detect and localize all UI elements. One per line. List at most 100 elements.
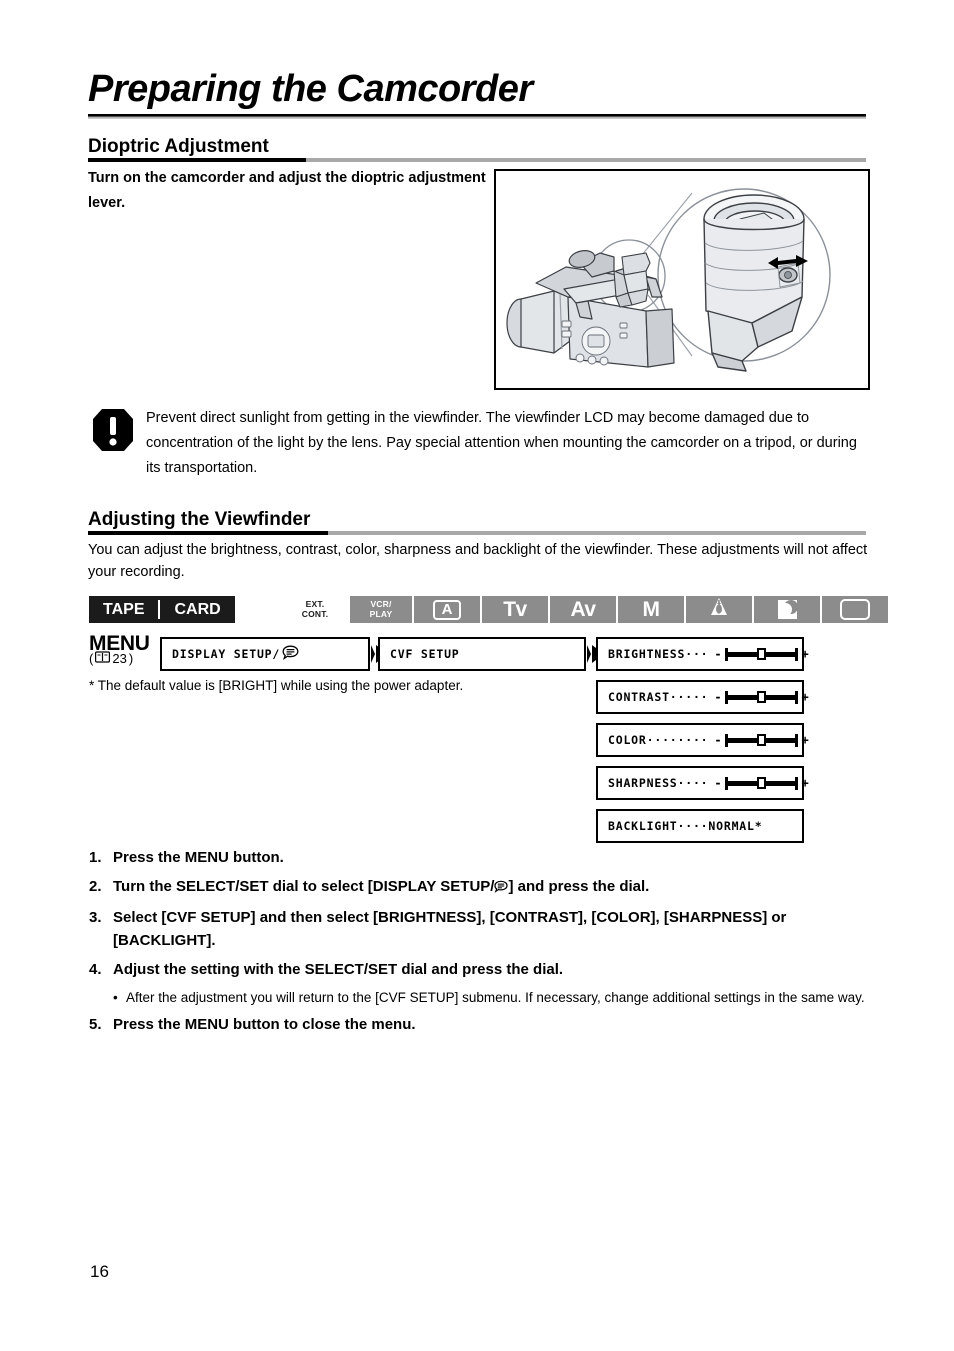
title-divider [88,114,866,119]
media-tabs: TAPE CARD [89,596,235,623]
minus-sign-sharpness: - [714,776,723,790]
section-heading-viewfinder: Adjusting the Viewfinder [88,509,311,530]
menu-box-cvf-setup[interactable]: CVF SETUP [378,637,586,671]
camcorder-viewfinder-illustration [494,169,870,390]
slider-cap-right [795,733,799,747]
step-3-number: 3. [89,909,102,926]
step-2-number: 2. [89,878,102,895]
setting-box-contrast[interactable]: CONTRAST····· - + [596,680,809,714]
slider-bar-right [766,737,796,743]
step-5-number: 5. [89,1016,102,1033]
setting-label-brightness: BRIGHTNESS··· [608,647,709,661]
step-1: 1. Press the MENU button. [89,846,879,869]
slider-bar-left [728,780,758,786]
manual-page: Preparing the Camcorder Dioptric Adjustm… [0,0,954,1351]
mode-auto[interactable]: A [414,596,482,623]
section-heading-dioptric: Dioptric Adjustment [88,136,269,157]
setting-label-contrast: CONTRAST····· [608,690,709,704]
slider-bar-right [766,651,796,657]
open-paren: ( [89,651,94,666]
step-1-number: 1. [89,849,102,866]
substep-text: After the adjustment you will return to … [126,990,865,1005]
night-moon-icon [777,600,797,619]
slider-bar-right [766,780,796,786]
step-3-text: Select [CVF SETUP] and then select [BRIG… [113,909,787,949]
section-divider-dioptric [88,158,866,162]
setting-label-color: COLOR········ [608,733,709,747]
slider-contrast[interactable] [725,690,799,704]
slider-knob[interactable] [757,777,767,789]
display-setup-bubble-icon [282,645,299,663]
slider-bar-left [728,694,758,700]
setting-box-brightness[interactable]: BRIGHTNESS··· - + [596,637,809,671]
mode-tv[interactable]: Tv [482,596,550,623]
plus-sign-brightness: + [801,647,810,661]
book-icon [95,651,111,666]
substep-bullet: • [113,990,118,1005]
setting-row-color: COLOR········ - + [608,733,810,747]
section-divider-viewfinder [88,531,866,535]
mode-night[interactable] [754,596,822,623]
mode-av[interactable]: Av [550,596,618,623]
step-4-substep: • After the adjustment you will return t… [113,987,879,1008]
mode-spotlight[interactable] [686,596,754,623]
step-4: 4. Adjust the setting with the SELECT/SE… [89,958,879,981]
mode-ext-cont[interactable]: EXT. CONT. [282,596,350,623]
step-5-text: Press the MENU button to close the menu. [113,1016,416,1033]
menu-box-display-setup[interactable]: DISPLAY SETUP/ [160,637,370,671]
mode-manual[interactable]: M [618,596,686,623]
spotlight-icon [708,596,730,623]
plus-sign-sharpness: + [801,776,810,790]
slider-knob[interactable] [757,648,767,660]
close-paren: ) [128,651,134,666]
display-setup-bubble-icon [494,877,509,900]
setting-label-sharpness: SHARPNESS···· [608,776,709,790]
minus-sign-color: - [714,733,723,747]
step-1-text: Press the MENU button. [113,849,284,866]
step-5: 5. Press the MENU button to close the me… [89,1013,879,1036]
slider-bar-left [728,737,758,743]
slider-sharpness[interactable] [725,776,799,790]
step-4-text: Adjust the setting with the SELECT/SET d… [113,961,564,978]
viewfinder-intro: You can adjust the brightness, contrast,… [88,542,868,580]
slider-brightness[interactable] [725,647,799,661]
minus-sign-contrast: - [714,690,723,704]
slider-bar-left [728,651,758,657]
slider-knob[interactable] [757,691,767,703]
caution-text: Prevent direct sunlight from getting in … [146,410,857,476]
page-number: 16 [90,1262,109,1281]
mode-ext-cont-label: EXT. CONT. [301,599,329,619]
slider-cap-right [795,690,799,704]
instruction-steps: 1. Press the MENU button. 2. Turn the SE… [89,846,879,1042]
mode-vcr-play[interactable]: VCR/PLAY [350,596,414,623]
step-4-number: 4. [89,961,102,978]
step-2-text: Turn the SELECT/SET dial to select [DISP… [113,875,879,900]
setting-row-sharpness: SHARPNESS···· - + [608,776,810,790]
setting-row-brightness: BRIGHTNESS··· - + [608,647,810,661]
menu-reference-page: 23 [112,651,127,666]
setting-box-sharpness[interactable]: SHARPNESS···· - + [596,766,809,800]
slider-cap-right [795,647,799,661]
menu-page-reference: ( 23 ) [89,651,133,666]
slider-color[interactable] [725,733,799,747]
rounded-rect-icon [840,599,870,620]
setting-box-backlight[interactable]: BACKLIGHT····NORMAL* [596,809,804,843]
exclamation-warning-icon [92,408,134,452]
mode-vcr-play-label: VCR/PLAY [369,599,393,619]
setting-label-backlight: BACKLIGHT····NORMAL* [608,819,763,833]
tab-tape[interactable]: TAPE [89,596,158,623]
plus-sign-contrast: + [801,690,810,704]
mode-bar: EXT. CONT. VCR/PLAY A Tv Av M [282,596,888,623]
mode-card-rec[interactable] [822,596,888,623]
setting-box-color[interactable]: COLOR········ - + [596,723,809,757]
setting-row-contrast: CONTRAST····· - + [608,690,810,704]
slider-cap-right [795,776,799,790]
slider-bar-right [766,694,796,700]
tab-card[interactable]: CARD [160,596,234,623]
footnote: * The default value is [BRIGHT] while us… [89,678,464,693]
step-3: 3. Select [CVF SETUP] and then select [B… [89,906,879,952]
slider-knob[interactable] [757,734,767,746]
minus-sign-brightness: - [714,647,723,661]
boxed-a-icon: A [432,599,462,620]
dioptric-instruction: Turn on the camcorder and adjust the dio… [88,170,486,211]
